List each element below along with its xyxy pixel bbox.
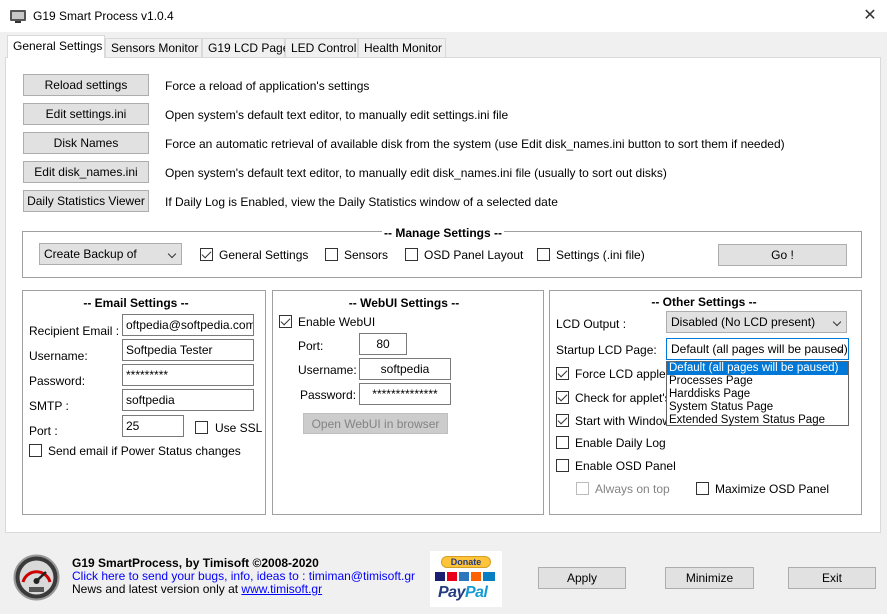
email-username-label: Username: [29,349,88,363]
go-button[interactable]: Go ! [718,244,847,266]
power-status-email-label: Send email if Power Status changes [48,444,241,458]
close-icon[interactable]: ✕ [855,4,885,28]
title-bar: G19 Smart Process v1.0.4 ✕ [0,0,887,32]
backup-settings-ini-checkbox[interactable] [537,248,550,261]
lcd-output-select[interactable]: Disabled (No LCD present) [666,311,847,333]
credit-cards-icon [434,571,498,581]
chevron-down-icon [167,249,177,259]
maximize-osd-panel-label: Maximize OSD Panel [715,482,830,496]
force-lcd-applet-checkbox[interactable] [556,367,569,380]
open-webui-button[interactable]: Open WebUI in browser [303,413,448,434]
disk-names-description: Force an automatic retrieval of availabl… [165,137,785,151]
webui-username-label: Username: [298,363,357,377]
always-on-top-label: Always on top [595,482,670,496]
recipient-email-label: Recipient Email : [29,324,120,338]
other-settings-title: -- Other Settings -- [651,295,757,309]
backup-osd-panel-layout-label: OSD Panel Layout [424,248,524,262]
tab-sensors-monitor[interactable]: Sensors Monitor [105,38,202,57]
use-ssl-label: Use SSL [215,421,263,435]
backup-general-settings-label: General Settings [219,248,309,262]
webui-port-label: Port: [298,339,324,353]
manage-settings-title: -- Manage Settings -- [381,226,505,240]
backup-settings-ini-label: Settings (.ini file) [556,248,645,262]
disk-names-button[interactable]: Disk Names [23,132,149,154]
enable-webui-label: Enable WebUI [298,315,376,329]
gauge-logo-icon [13,554,60,601]
email-port-label: Port : [29,424,58,438]
backup-mode-value: Create Backup of [44,247,137,261]
tab-g19-lcd-page[interactable]: G19 LCD Page [202,38,289,57]
webui-port-input[interactable]: 80 [359,333,407,355]
edit-disk-names-ini-description: Open system's default text editor, to ma… [165,166,667,180]
backup-sensors-checkbox[interactable] [325,248,338,261]
donate-label: Donate [441,556,491,568]
email-username-input[interactable]: Softpedia Tester [122,339,254,361]
startup-option-harddisks[interactable]: Harddisks Page [667,388,848,401]
window-title: G19 Smart Process v1.0.4 [33,9,174,23]
webui-password-input[interactable]: ************** [359,383,451,405]
tab-health-monitor[interactable]: Health Monitor [358,38,446,57]
paypal-donate-button[interactable]: Donate PayPal [430,551,502,607]
email-password-input[interactable]: ********* [122,364,254,386]
paypal-logo: PayPal [438,584,488,601]
website-link[interactable]: www.timisoft.gr [241,582,322,596]
startup-option-extended-system-status[interactable]: Extended System Status Page [667,414,848,427]
smtp-input[interactable]: softpedia [122,389,254,411]
always-on-top-checkbox[interactable] [576,482,589,495]
recipient-email-input[interactable]: oftpedia@softpedia.com [122,314,254,336]
minimize-button[interactable]: Minimize [665,567,754,589]
credit-text: G19 SmartProcess, by Timisoft ©2008-2020 [72,556,319,570]
backup-sensors-label: Sensors [344,248,389,262]
reload-settings-description: Force a reload of application's settings [165,79,370,93]
edit-settings-ini-description: Open system's default text editor, to ma… [165,108,509,122]
maximize-osd-panel-checkbox[interactable] [696,482,709,495]
apply-button[interactable]: Apply [538,567,626,589]
webui-password-label: Password: [300,388,357,402]
backup-osd-panel-layout-checkbox[interactable] [405,248,418,261]
tab-general-settings[interactable]: General Settings [7,35,105,58]
news-text: News and latest version only at www.timi… [72,582,322,596]
enable-osd-panel-checkbox[interactable] [556,459,569,472]
edit-settings-ini-button[interactable]: Edit settings.ini [23,103,149,125]
tab-led-control[interactable]: LED Control [285,38,358,57]
chevron-down-icon [832,317,842,327]
start-with-windows-checkbox[interactable] [556,414,569,427]
backup-mode-select[interactable]: Create Backup of [39,243,182,265]
startup-option-default[interactable]: Default (all pages will be paused) [667,362,848,375]
app-icon [9,8,27,24]
startup-lcd-page-value: Default (all pages will be paused) [671,342,848,356]
startup-lcd-page-dropdown: Default (all pages will be paused) Proce… [666,361,849,426]
check-applet-checkbox[interactable] [556,391,569,404]
backup-general-settings-checkbox[interactable] [200,248,213,261]
enable-osd-panel-label: Enable OSD Panel [575,459,676,473]
reload-settings-button[interactable]: Reload settings [23,74,149,96]
startup-lcd-page-select[interactable]: Default (all pages will be paused) [666,338,849,360]
edit-disk-names-ini-button[interactable]: Edit disk_names.ini [23,161,149,183]
email-password-label: Password: [29,374,86,388]
enable-webui-checkbox[interactable] [279,315,292,328]
news-prefix: News and latest version only at [72,582,242,596]
force-lcd-applet-label: Force LCD applet [575,367,670,381]
webui-settings-title: -- WebUI Settings -- [348,296,460,310]
startup-lcd-page-label: Startup LCD Page: [556,343,657,357]
bug-report-link[interactable]: Click here to send your bugs, info, idea… [72,569,415,583]
webui-username-input[interactable]: softpedia [359,358,451,380]
enable-daily-log-checkbox[interactable] [556,436,569,449]
email-port-input[interactable]: 25 [122,415,184,437]
use-ssl-checkbox[interactable] [195,421,208,434]
exit-button[interactable]: Exit [788,567,876,589]
daily-statistics-viewer-description: If Daily Log is Enabled, view the Daily … [165,195,558,209]
email-settings-title: -- Email Settings -- [83,296,189,310]
smtp-label: SMTP : [29,399,69,413]
enable-daily-log-label: Enable Daily Log [575,436,666,450]
lcd-output-value: Disabled (No LCD present) [671,315,816,329]
startup-option-system-status[interactable]: System Status Page [667,401,848,414]
start-with-windows-label: Start with Windows [575,414,678,428]
startup-option-processes[interactable]: Processes Page [667,375,848,388]
daily-statistics-viewer-button[interactable]: Daily Statistics Viewer [23,190,149,212]
power-status-email-checkbox[interactable] [29,444,42,457]
lcd-output-label: LCD Output : [556,317,627,331]
check-applet-label: Check for applet's [575,391,671,405]
